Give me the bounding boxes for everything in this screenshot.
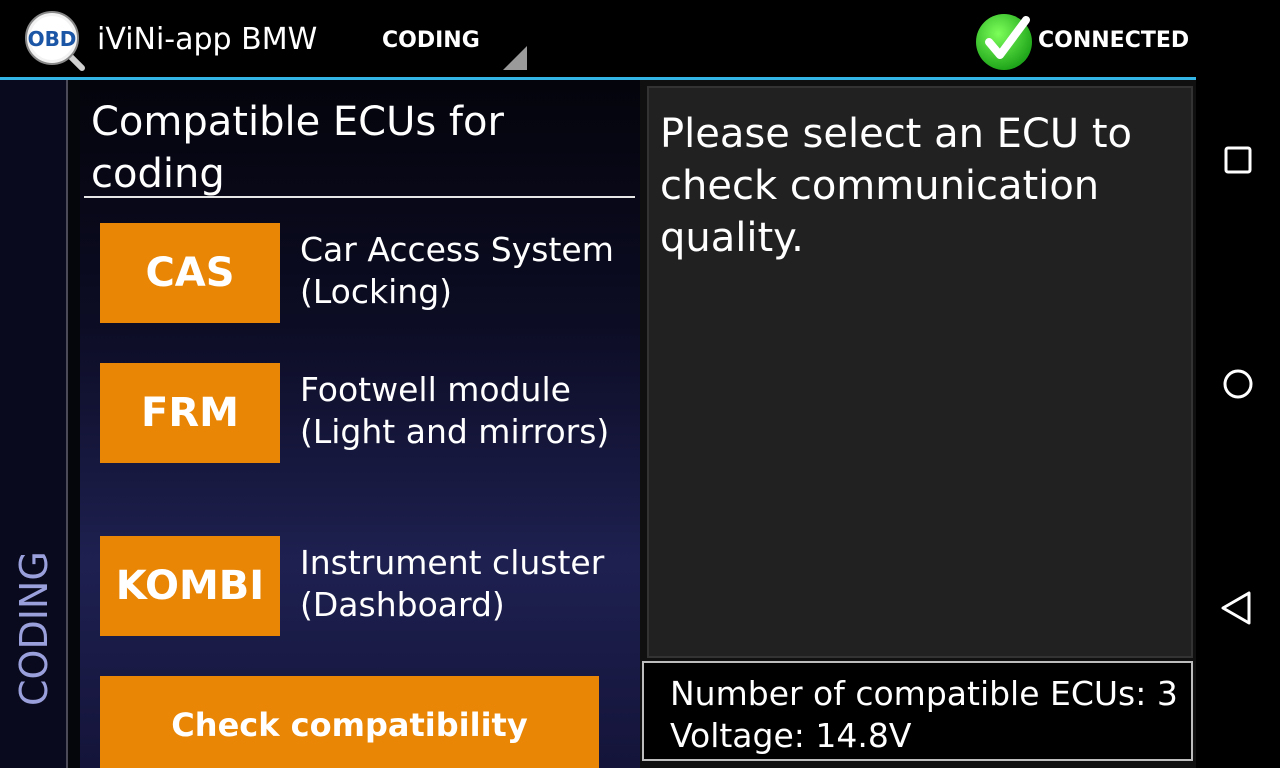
ecu-description-cas: Car Access System (Locking): [300, 230, 614, 311]
ecu-description-frm: Footwell module (Light and mirrors): [300, 370, 610, 451]
square-icon[interactable]: [1218, 140, 1258, 180]
ecu-button-kombi[interactable]: KOMBI: [100, 536, 280, 636]
triangle-back-icon[interactable]: [1218, 588, 1258, 628]
side-tab-label: CODING: [12, 551, 56, 706]
action-bar: OBD iViNi-app BMW CODING CONNECTED: [0, 0, 1196, 78]
ecu-button-frm[interactable]: FRM: [100, 363, 280, 463]
ecu-count-text: Number of compatible ECUs: 3: [670, 674, 1178, 713]
connection-status-label: CONNECTED: [1038, 28, 1190, 53]
connection-status: CONNECTED: [974, 10, 1190, 72]
circle-icon[interactable]: [1218, 364, 1258, 404]
status-box: Number of compatible ECUs: 3 Voltage: 14…: [642, 661, 1193, 761]
info-message: Please select an ECU to check communicat…: [660, 111, 1133, 261]
ecu-description-kombi: Instrument cluster (Dashboard): [300, 543, 605, 624]
logo-text: OBD: [28, 27, 77, 51]
spinner-triangle-icon: [503, 46, 527, 70]
mode-spinner[interactable]: CODING: [370, 14, 530, 70]
ecu-list-panel: Compatible ECUs for coding CAS Car Acces…: [80, 80, 640, 768]
green-check-icon: [976, 14, 1032, 70]
ecu-button-cas[interactable]: CAS: [100, 223, 280, 323]
voltage-text: Voltage: 14.8V: [670, 716, 912, 755]
obd-magnifier-icon[interactable]: OBD: [24, 10, 86, 72]
side-tab-coding[interactable]: CODING: [0, 80, 68, 768]
system-nav-bar: [1196, 0, 1280, 768]
title-divider: [84, 196, 635, 198]
panel-title: Compatible ECUs for coding: [91, 99, 504, 197]
communication-info-box: Please select an ECU to check communicat…: [647, 86, 1193, 658]
app-title: iViNi-app BMW: [97, 22, 318, 57]
side-gap: [68, 80, 80, 768]
mode-spinner-label: CODING: [382, 28, 480, 53]
check-compatibility-button[interactable]: Check compatibility: [100, 676, 599, 768]
